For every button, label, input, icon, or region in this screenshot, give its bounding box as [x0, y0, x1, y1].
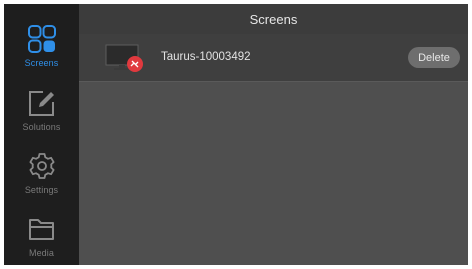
sidebar-item-settings[interactable]: Settings — [4, 143, 79, 203]
gear-icon — [29, 153, 54, 179]
app-window: Screens Solutions Settings Media Screens… — [4, 4, 468, 265]
sidebar: Screens Solutions Settings Media — [4, 4, 79, 265]
page-title: Screens — [249, 11, 298, 27]
delete-button[interactable]: Delete — [408, 47, 460, 68]
header-bar: Screens — [79, 4, 468, 34]
sidebar-item-label: Solutions — [22, 122, 61, 132]
sidebar-item-label: Settings — [24, 185, 59, 195]
list-item[interactable]: Taurus-10003492 Delete — [79, 34, 468, 82]
edit-icon — [28, 91, 54, 116]
sidebar-item-screens[interactable]: Screens — [4, 16, 79, 76]
folder-icon — [28, 219, 54, 240]
sidebar-item-solutions[interactable]: Solutions — [4, 80, 79, 140]
sidebar-item-label: Screens — [24, 58, 59, 68]
monitor-icon — [105, 44, 143, 72]
disconnected-icon — [127, 56, 143, 72]
sidebar-item-label: Media — [28, 248, 54, 258]
screen-name: Taurus-10003492 — [161, 51, 251, 63]
grid-icon — [27, 25, 56, 53]
screen-list-empty-area — [79, 82, 468, 265]
sidebar-item-media[interactable]: Media — [4, 206, 79, 265]
